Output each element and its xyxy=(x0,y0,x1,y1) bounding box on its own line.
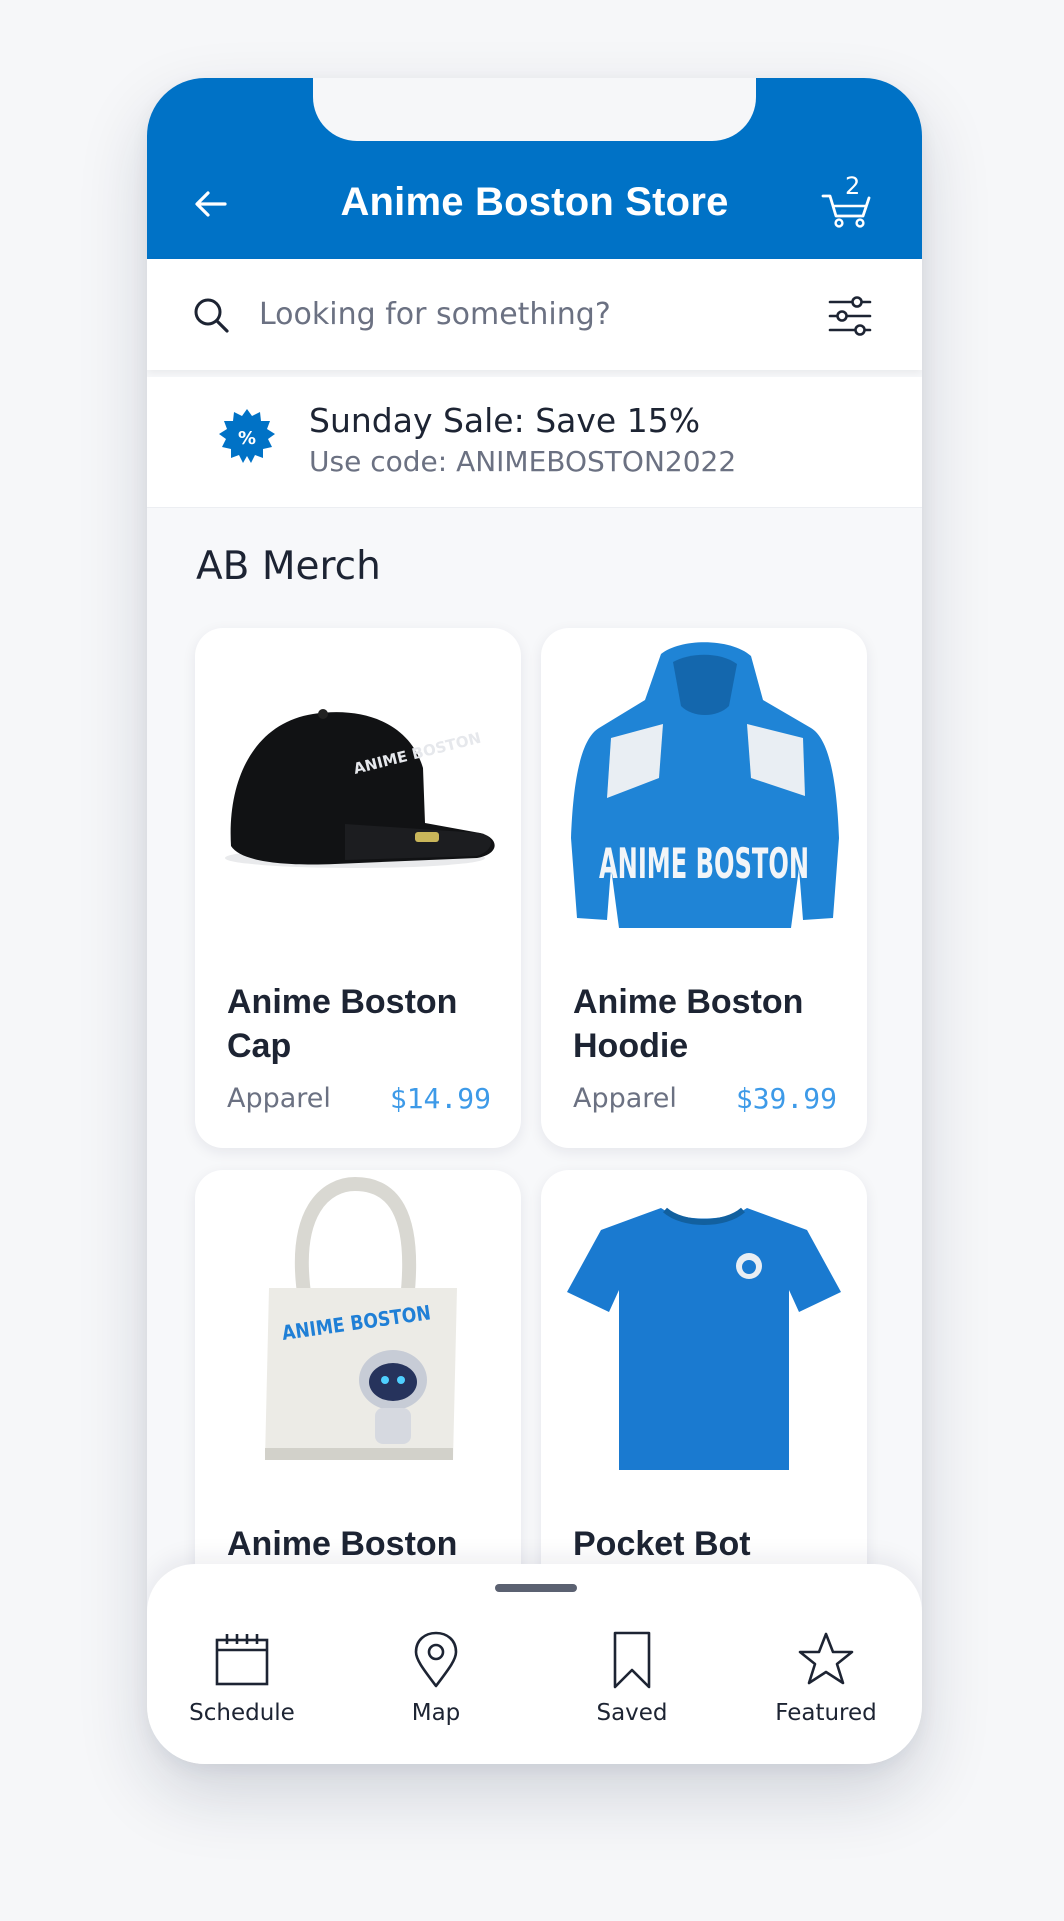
product-card-hoodie[interactable]: ANIME BOSTON Anime Boston Hoodie Apparel… xyxy=(541,628,867,1148)
calendar-icon xyxy=(215,1634,269,1686)
drag-handle[interactable] xyxy=(495,1584,577,1592)
tshirt-image xyxy=(567,1207,841,1470)
app-header: Anime Boston Store 2 xyxy=(147,78,922,259)
badge-symbol: % xyxy=(238,428,256,449)
nav-label-schedule: Schedule xyxy=(189,1700,295,1726)
product-name: Anime Boston xyxy=(227,1525,458,1563)
product-name: Pocket Bot xyxy=(573,1525,751,1563)
bottom-navigation: Schedule Map Saved Featured xyxy=(147,1564,922,1764)
nav-item-map[interactable]: Map xyxy=(361,1630,511,1740)
discount-badge-icon: % xyxy=(219,409,275,463)
nav-item-schedule[interactable]: Schedule xyxy=(167,1630,317,1740)
page-title: Anime Boston Store xyxy=(340,180,729,224)
product-price: $14.99 xyxy=(389,1082,491,1115)
search-bar xyxy=(147,259,922,370)
product-card-cap[interactable]: ANIME BOSTON Anime Boston Cap Apparel $1… xyxy=(195,628,521,1148)
hoodie-print-text: ANIME BOSTON xyxy=(599,839,809,888)
cart-count-badge: 2 xyxy=(845,172,861,200)
hoodie-image: ANIME BOSTON xyxy=(571,642,839,928)
bookmark-icon xyxy=(613,1631,651,1689)
phone-frame: Anime Boston Store 2 Looking for somethi… xyxy=(147,78,922,1764)
filter-sliders-icon[interactable] xyxy=(827,293,873,339)
promo-banner[interactable]: % Sunday Sale: Save 15% Use code: ANIMEB… xyxy=(147,377,922,508)
product-category: Apparel xyxy=(573,1083,677,1114)
map-pin-icon xyxy=(414,1631,458,1688)
product-name: Anime Boston Hoodie xyxy=(573,983,804,1065)
section-title: AB Merch xyxy=(196,544,381,589)
cart-button[interactable]: 2 xyxy=(819,172,877,230)
nav-label-featured: Featured xyxy=(775,1700,877,1726)
cap-image: ANIME BOSTON xyxy=(225,709,495,868)
tote-bag-image: ANIME BOSTON xyxy=(265,1176,457,1460)
star-icon xyxy=(798,1632,854,1685)
promo-title: Sunday Sale: Save 15% xyxy=(309,401,701,440)
nav-item-saved[interactable]: Saved xyxy=(557,1630,707,1740)
nav-label-map: Map xyxy=(411,1700,461,1726)
phone-notch xyxy=(313,78,756,141)
product-name: Anime Boston Cap xyxy=(227,983,458,1065)
search-icon xyxy=(194,298,229,333)
product-category: Apparel xyxy=(227,1083,331,1114)
nav-label-saved: Saved xyxy=(596,1700,668,1726)
product-price: $39.99 xyxy=(735,1082,837,1115)
nav-item-featured[interactable]: Featured xyxy=(751,1630,901,1740)
promo-code: Use code: ANIMEBOSTON2022 xyxy=(309,445,737,478)
search-input[interactable] xyxy=(259,289,759,339)
